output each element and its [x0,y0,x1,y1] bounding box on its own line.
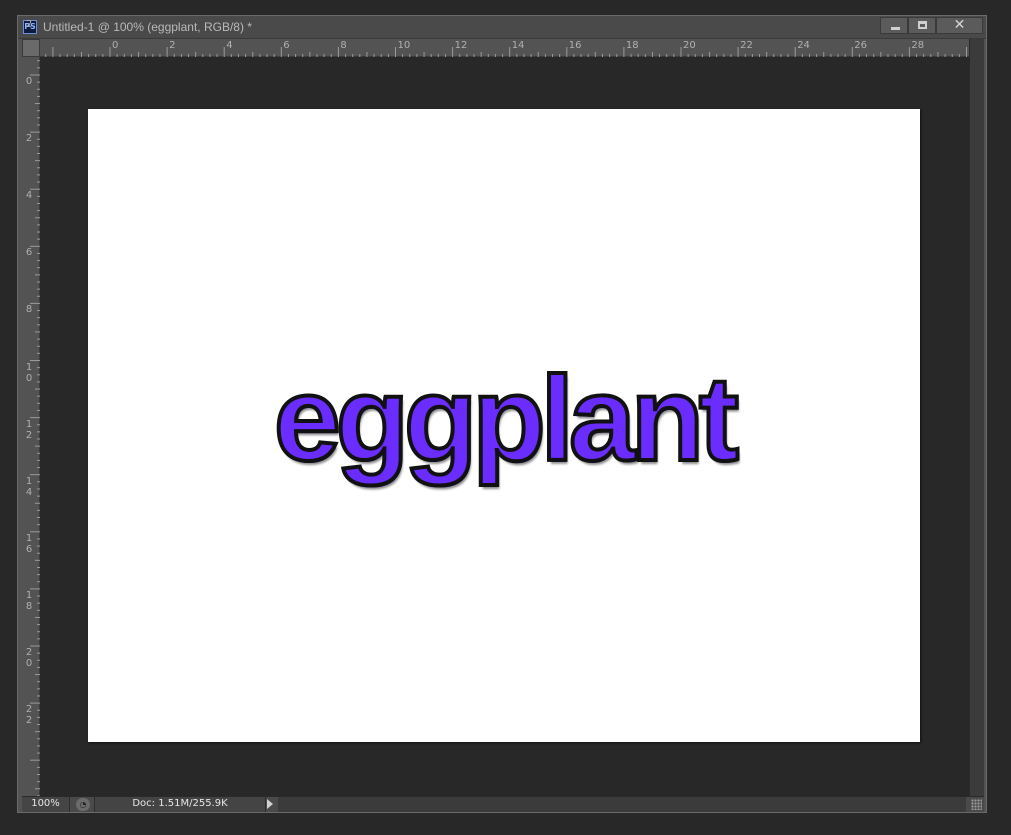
close-button[interactable]: ✕ [936,17,983,34]
ruler-tick-label: 12 [454,40,468,51]
horizontal-scrollbar[interactable] [278,797,966,812]
ruler-tick-label: 18 [625,40,639,51]
ruler-tick-label: 1 [25,361,33,373]
vertical-ruler[interactable]: 20246810121416182022 [22,19,40,796]
ruler-tick-label: 14 [511,40,525,51]
ruler-tick-label: 2 [25,429,33,441]
ruler-tick-label: 8 [25,304,33,316]
status-menu-arrow-icon[interactable] [267,799,273,809]
resize-grip-icon[interactable] [971,799,982,810]
close-icon: ✕ [953,17,966,33]
ruler-tick-label: 0 [25,76,33,87]
eggplant-text-layer[interactable]: eggplant [88,357,920,481]
zoom-level-field[interactable]: 100% [22,797,70,812]
ruler-tick-label: 2 [25,133,33,145]
ruler-tick-label: 6 [25,543,33,555]
ruler-tick-label: 16 [568,40,582,51]
ruler-origin[interactable] [22,39,40,57]
maximize-button[interactable] [908,17,936,34]
ruler-tick-label: 2 [25,704,33,716]
status-bar: 100% ◔ Doc: 1.51M/255.9K [22,796,984,812]
ruler-tick-label: 4 [25,190,33,202]
ruler-tick-label: 6 [283,40,290,51]
ruler-tick-label: 1 [25,532,33,544]
ruler-tick-label: 26 [854,40,868,51]
ruler-tick-label: 1 [25,589,33,601]
document-status-icon[interactable]: ◔ [76,798,90,811]
ruler-tick-label: 6 [25,247,33,259]
ruler-tick-label: 2 [169,40,176,51]
horizontal-ruler-ticks [45,47,967,57]
document-canvas[interactable]: eggplant [88,109,920,742]
document-size-info: Doc: 1.51M/255.9K [94,797,266,812]
ruler-tick-label: 8 [25,600,33,612]
minimize-button[interactable] [880,17,908,34]
ruler-tick-label: 4 [226,40,233,51]
vertical-scrollbar[interactable] [969,39,984,796]
ruler-tick-label: 2 [25,18,33,30]
ruler-tick-label: 2 [25,715,33,727]
document-title: Untitled-1 @ 100% (eggplant, RGB/8) * [43,20,252,34]
maximize-icon [918,21,927,29]
ruler-tick-label: 4 [25,486,33,498]
horizontal-ruler[interactable]: 024681012141618202224262830 [40,39,981,57]
ruler-tick-label: 1 [25,418,33,430]
ruler-tick-label: 0 [112,40,119,51]
ruler-tick-label: 10 [397,40,411,51]
canvas-workspace[interactable]: eggplant [40,57,969,796]
document-window: PS Untitled-1 @ 100% (eggplant, RGB/8) *… [17,15,987,813]
ruler-tick-label: 2 [25,647,33,658]
ruler-tick-label: 22 [740,40,753,51]
ruler-tick-label: 28 [911,40,925,51]
minimize-icon [891,27,900,30]
ruler-tick-label: 8 [340,40,347,51]
title-bar[interactable]: PS Untitled-1 @ 100% (eggplant, RGB/8) *… [18,16,986,39]
ruler-tick-label: 20 [683,40,696,51]
ruler-tick-label: 24 [797,40,810,51]
ruler-tick-label: 0 [25,658,33,669]
ruler-tick-label: 1 [25,475,33,487]
ruler-tick-label: 0 [25,372,33,384]
